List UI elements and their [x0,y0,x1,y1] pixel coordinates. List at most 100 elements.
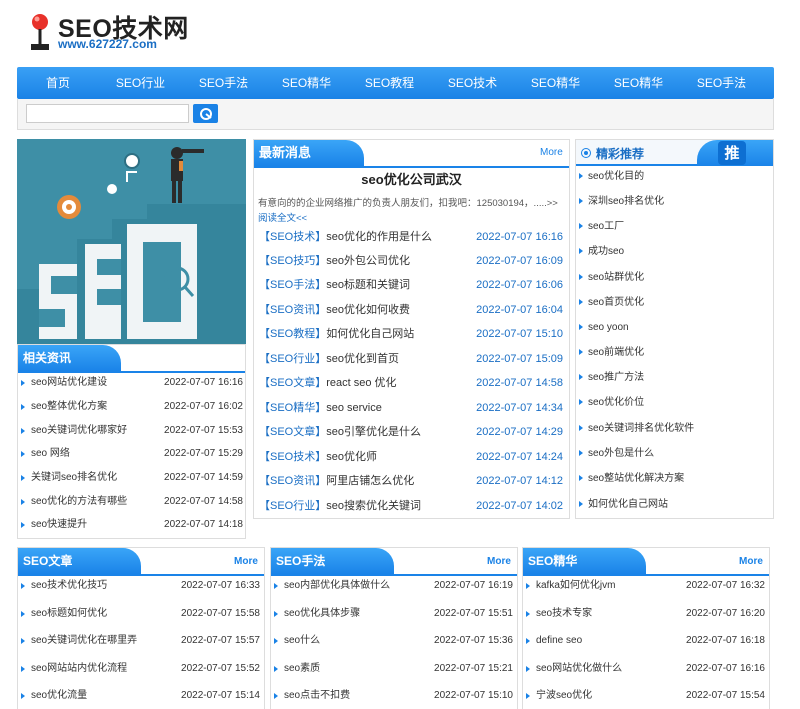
column-item[interactable]: seo素质 2022-07-07 15:21 [274,659,513,679]
read-more-link[interactable]: 阅读全文<< [258,210,307,224]
search-input[interactable] [26,104,189,123]
news-category[interactable]: 【SEO行业】 [259,500,326,512]
column-item[interactable]: seo标题如何优化 2022-07-07 15:58 [21,604,260,624]
nav-item-seo-tech[interactable]: SEO技术 [431,67,514,99]
column-item[interactable]: seo内部优化具体做什么 2022-07-07 16:19 [274,576,513,596]
news-item[interactable]: 【SEO行业】seo搜索优化关键词 2022-07-07 14:02 [259,494,563,518]
news-item-date: 2022-07-07 14:58 [476,377,563,389]
recommend-item[interactable]: seo外包是什么 [579,441,769,466]
search-button[interactable] [193,104,218,123]
news-item-title[interactable]: 如何优化自己网站 [326,328,414,340]
news-item[interactable]: 【SEO技术】seo优化师 2022-07-07 14:24 [259,445,563,469]
news-item[interactable]: 【SEO技术】seo优化的作用是什么 2022-07-07 16:16 [259,225,563,249]
news-item[interactable]: 【SEO资讯】seo优化如何收费 2022-07-07 16:04 [259,298,563,322]
bullet-icon [579,475,583,481]
news-headline[interactable]: seo优化公司武汉 [253,169,570,188]
news-category[interactable]: 【SEO文章】 [259,426,326,438]
nav-item-seo-essence-3[interactable]: SEO精华 [597,67,680,99]
news-category[interactable]: 【SEO资讯】 [259,475,326,487]
news-item[interactable]: 【SEO精华】seo service 2022-07-07 14:34 [259,396,563,420]
nav-item-seo-method-2[interactable]: SEO手法 [680,67,763,99]
column-item[interactable]: define seo 2022-07-07 16:18 [526,631,765,651]
related-item[interactable]: seo 网络 2022-07-07 15:29 [21,444,243,464]
news-category[interactable]: 【SEO行业】 [259,353,326,365]
related-item[interactable]: seo快速提升 2022-07-07 14:18 [21,515,243,535]
recommend-item[interactable]: seo整站优化解决方案 [579,466,769,491]
recommend-item[interactable]: seo关键词排名优化软件 [579,416,769,441]
column-more-link[interactable]: More [487,556,511,567]
nav-item-home[interactable]: 首页 [17,67,99,99]
column-item[interactable]: seo关键词优化在哪里弄 2022-07-07 15:57 [21,631,260,651]
recommend-item[interactable]: 成功seo [579,239,769,264]
news-item-title[interactable]: seo引擎优化是什么 [326,426,421,438]
recommend-item-title: seo关键词排名优化软件 [588,423,695,434]
recommend-item[interactable]: seo站群优化 [579,265,769,290]
nav-item-seo-tutorial[interactable]: SEO教程 [348,67,431,99]
news-category[interactable]: 【SEO文章】 [259,377,326,389]
recommend-item[interactable]: seo首页优化 [579,290,769,315]
bullet-icon [21,475,25,481]
news-item-title[interactable]: seo优化如何收费 [326,304,410,316]
column-item[interactable]: 宁波seo优化 2022-07-07 15:54 [526,686,765,706]
column-item[interactable]: seo技术优化技巧 2022-07-07 16:33 [21,576,260,596]
column-item[interactable]: seo网站优化做什么 2022-07-07 16:16 [526,659,765,679]
news-item[interactable]: 【SEO行业】seo优化到首页 2022-07-07 15:09 [259,347,563,371]
news-item-title[interactable]: seo service [326,402,382,414]
recommend-item[interactable]: seo优化目的 [579,164,769,189]
related-item[interactable]: seo关键词优化哪家好 2022-07-07 15:53 [21,421,243,441]
column-item[interactable]: seo技术专家 2022-07-07 16:20 [526,604,765,624]
column-item[interactable]: seo什么 2022-07-07 15:36 [274,631,513,651]
item-title: seo快速提升 [31,519,88,530]
news-item-title[interactable]: 阿里店铺怎么优化 [326,475,414,487]
news-category[interactable]: 【SEO精华】 [259,402,326,414]
recommend-item[interactable]: seo优化价位 [579,390,769,415]
related-title: 相关资讯 [18,345,121,371]
recommend-item[interactable]: 深圳seo排名优化 [579,189,769,214]
news-item[interactable]: 【SEO手法】seo标题和关键词 2022-07-07 16:06 [259,273,563,297]
news-item-title[interactable]: react seo 优化 [326,377,396,389]
recommend-item[interactable]: seo推广方法 [579,365,769,390]
news-item[interactable]: 【SEO教程】如何优化自己网站 2022-07-07 15:10 [259,322,563,346]
news-more-link[interactable]: More [540,147,563,158]
news-category[interactable]: 【SEO技术】 [259,231,326,243]
news-category[interactable]: 【SEO手法】 [259,279,326,291]
news-item-title[interactable]: seo外包公司优化 [326,255,410,267]
related-item[interactable]: 关键词seo排名优化 2022-07-07 14:59 [21,468,243,488]
column-item[interactable]: seo优化流量 2022-07-07 15:14 [21,686,260,706]
news-item[interactable]: 【SEO文章】react seo 优化 2022-07-07 14:58 [259,371,563,395]
column-item[interactable]: seo点击不扣费 2022-07-07 15:10 [274,686,513,706]
news-category[interactable]: 【SEO教程】 [259,328,326,340]
news-item[interactable]: 【SEO技巧】seo外包公司优化 2022-07-07 16:09 [259,249,563,273]
news-item-title[interactable]: seo优化到首页 [326,353,399,365]
news-item-title[interactable]: seo搜索优化关键词 [326,500,421,512]
nav-item-seo-essence-2[interactable]: SEO精华 [514,67,597,99]
column-item[interactable]: kafka如何优化jvm 2022-07-07 16:32 [526,576,765,596]
column-more-link[interactable]: More [739,556,763,567]
nav-item-seo-essence[interactable]: SEO精华 [265,67,348,99]
news-item[interactable]: 【SEO资讯】阿里店铺怎么优化 2022-07-07 14:12 [259,469,563,493]
bullet-icon [21,611,25,617]
recommend-item-title: seo前端优化 [588,347,645,358]
feature-image[interactable] [17,139,246,344]
column-more-link[interactable]: More [234,556,258,567]
recommend-item[interactable]: 如何优化自己网站 [579,492,769,517]
recommend-item[interactable]: seo前端优化 [579,340,769,365]
bullet-icon [526,638,530,644]
news-item-title[interactable]: seo优化的作用是什么 [326,231,432,243]
column-item[interactable]: seo网站站内优化流程 2022-07-07 15:52 [21,659,260,679]
related-item[interactable]: seo整体优化方案 2022-07-07 16:02 [21,397,243,417]
news-category[interactable]: 【SEO技巧】 [259,255,326,267]
column-item[interactable]: seo优化具体步骤 2022-07-07 15:51 [274,604,513,624]
related-item[interactable]: seo网站优化建设 2022-07-07 16:16 [21,373,243,393]
nav-item-seo-industry[interactable]: SEO行业 [99,67,182,99]
site-logo[interactable]: SEO技术网 www.627227.com [24,8,224,56]
news-item-title[interactable]: seo标题和关键词 [326,279,410,291]
news-category[interactable]: 【SEO技术】 [259,451,326,463]
recommend-item[interactable]: seo yoon [579,315,769,340]
nav-item-seo-method[interactable]: SEO手法 [182,67,265,99]
recommend-item[interactable]: seo工厂 [579,214,769,239]
news-category[interactable]: 【SEO资讯】 [259,304,326,316]
news-item[interactable]: 【SEO文章】seo引擎优化是什么 2022-07-07 14:29 [259,420,563,444]
related-item[interactable]: seo优化的方法有哪些 2022-07-07 14:58 [21,492,243,512]
news-item-title[interactable]: seo优化师 [326,451,377,463]
